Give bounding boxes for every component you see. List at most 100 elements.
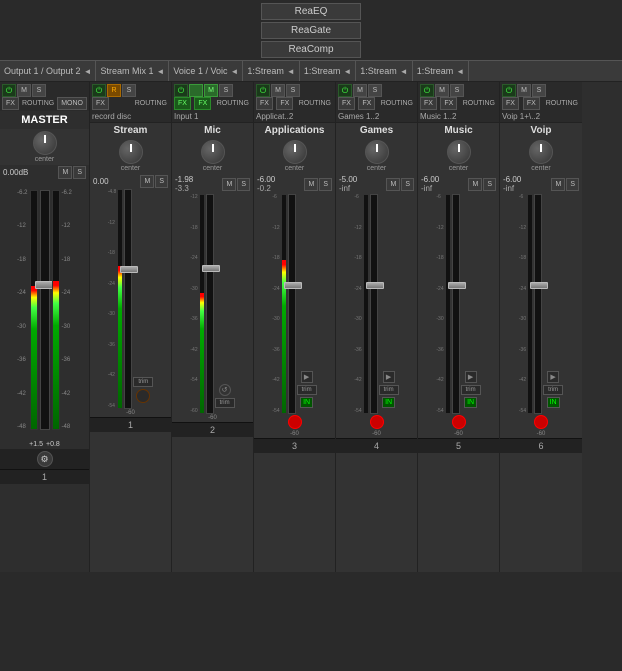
music-trim-btn[interactable]: trim <box>461 385 481 395</box>
voip-power-btn[interactable]: ⏻ <box>502 84 516 97</box>
stream-s2-btn[interactable]: S <box>155 175 168 188</box>
voip-fader-handle[interactable] <box>530 282 548 289</box>
mic-s-btn[interactable]: S <box>219 84 233 97</box>
mic-circle-icon[interactable]: ↺ <box>219 384 231 396</box>
music-knob[interactable] <box>447 140 471 164</box>
games-fx2-btn[interactable]: FX <box>358 97 375 110</box>
stream-circle-btn[interactable] <box>136 389 150 403</box>
routing-voice[interactable]: Voice 1 / Voic ◄ <box>169 61 243 81</box>
stream-fader-track[interactable] <box>124 189 132 409</box>
stream-m-btn[interactable]: M <box>140 175 154 188</box>
voip-s-btn[interactable]: S <box>532 84 546 97</box>
games-in-btn[interactable]: IN <box>382 397 395 408</box>
games-fader-track[interactable] <box>370 194 378 414</box>
mic-s-fader-btn[interactable]: S <box>237 178 250 191</box>
stream-power-btn[interactable]: ⏻ <box>92 84 106 97</box>
voip-fx2-btn[interactable]: FX <box>523 97 540 110</box>
games-knob[interactable] <box>365 140 389 164</box>
master-fx-btn[interactable]: FX <box>2 97 19 110</box>
apps-knob[interactable] <box>283 140 307 164</box>
music-fader-track[interactable] <box>452 194 460 414</box>
routing-stream-3[interactable]: 1:Stream ◄ <box>356 61 412 81</box>
voip-fx-btn[interactable]: FX <box>502 97 519 110</box>
apps-trim-btn[interactable]: trim <box>297 385 317 395</box>
apps-fader-handle[interactable] <box>284 282 302 289</box>
apps-power-btn[interactable]: ⏻ <box>256 84 270 97</box>
apps-m-fader-btn[interactable]: M <box>304 178 318 191</box>
routing-stream-mix[interactable]: Stream Mix 1 ◄ <box>96 61 169 81</box>
voip-m-fader-btn[interactable]: M <box>551 178 565 191</box>
master-power-btn[interactable]: ⏻ <box>2 84 16 97</box>
reacomp-item[interactable]: ReaComp <box>261 41 361 58</box>
music-circle-btn[interactable] <box>452 415 466 429</box>
voip-circle-btn[interactable] <box>534 415 548 429</box>
music-play-icon[interactable]: ▶ <box>465 371 477 383</box>
apps-circle-btn[interactable] <box>288 415 302 429</box>
routing-stream-2[interactable]: 1:Stream ◄ <box>300 61 356 81</box>
music-s-btn[interactable]: S <box>450 84 464 97</box>
stream-fader-handle[interactable] <box>120 266 138 273</box>
voip-s-fader-btn[interactable]: S <box>566 178 579 191</box>
mic-m-fader-btn[interactable]: M <box>222 178 236 191</box>
voip-knob[interactable] <box>529 140 553 164</box>
reaeq-item[interactable]: ReaEQ <box>261 3 361 20</box>
mic-m-btn[interactable]: M <box>204 84 218 97</box>
apps-fx2-btn[interactable]: FX <box>276 97 293 110</box>
reagate-item[interactable]: ReaGate <box>261 22 361 39</box>
routing-stream-4[interactable]: 1:Stream ◄ <box>413 61 469 81</box>
stream-knob[interactable] <box>119 140 143 164</box>
routing-output[interactable]: Output 1 / Output 2 ◄ <box>0 61 96 81</box>
mic-knob[interactable] <box>201 140 225 164</box>
games-trim-btn[interactable]: trim <box>379 385 399 395</box>
master-knob[interactable] <box>33 131 57 155</box>
mic-fader-handle[interactable] <box>202 265 220 272</box>
games-m-fader-btn[interactable]: M <box>386 178 400 191</box>
mic-fx-btn[interactable]: FX <box>174 97 191 110</box>
master-gear-icon[interactable]: ⚙ <box>37 451 53 467</box>
routing-stream-1[interactable]: 1:Stream ◄ <box>243 61 299 81</box>
apps-s-btn[interactable]: S <box>286 84 300 97</box>
master-fader-track[interactable] <box>40 190 50 430</box>
voip-play-icon[interactable]: ▶ <box>547 371 559 383</box>
mic-fader-track[interactable] <box>206 194 214 414</box>
games-play-icon[interactable]: ▶ <box>383 371 395 383</box>
stream-fx-btn[interactable]: FX <box>92 97 109 110</box>
voip-fader-track[interactable] <box>534 194 542 414</box>
music-fader-handle[interactable] <box>448 282 466 289</box>
music-m-btn[interactable]: M <box>435 84 449 97</box>
music-fx2-btn[interactable]: FX <box>440 97 457 110</box>
games-fx-btn[interactable]: FX <box>338 97 355 110</box>
master-s-btn[interactable]: S <box>32 84 46 97</box>
stream-s-btn[interactable]: S <box>122 84 136 97</box>
music-fx-btn[interactable]: FX <box>420 97 437 110</box>
games-s-btn[interactable]: S <box>368 84 382 97</box>
apps-s-fader-btn[interactable]: S <box>319 178 332 191</box>
mic-trim-btn[interactable]: trim <box>215 398 235 408</box>
apps-fader-track[interactable] <box>288 194 296 414</box>
apps-fx-btn[interactable]: FX <box>256 97 273 110</box>
voip-trim-btn[interactable]: trim <box>543 385 563 395</box>
mic-green-btn[interactable] <box>189 84 203 97</box>
apps-in-btn[interactable]: IN <box>300 397 313 408</box>
voip-m-btn[interactable]: M <box>517 84 531 97</box>
games-power-btn[interactable]: ⏻ <box>338 84 352 97</box>
music-in-btn[interactable]: IN <box>464 397 477 408</box>
music-power-btn[interactable]: ⏻ <box>420 84 434 97</box>
music-m-fader-btn[interactable]: M <box>468 178 482 191</box>
games-s-fader-btn[interactable]: S <box>401 178 414 191</box>
master-m-btn[interactable]: M <box>17 84 31 97</box>
stream-r-btn[interactable]: R <box>107 84 121 97</box>
games-fader-handle[interactable] <box>366 282 384 289</box>
master-m-fader-btn[interactable]: M <box>58 166 72 179</box>
stream-trim-btn[interactable]: trim <box>133 377 153 387</box>
games-m-btn[interactable]: M <box>353 84 367 97</box>
master-s-fader-btn[interactable]: S <box>73 166 86 179</box>
apps-play-icon[interactable]: ▶ <box>301 371 313 383</box>
voip-in-btn[interactable]: IN <box>547 397 560 408</box>
games-circle-btn[interactable] <box>370 415 384 429</box>
apps-m-btn[interactable]: M <box>271 84 285 97</box>
mic-power-btn[interactable]: ⏻ <box>174 84 188 97</box>
mic-fx2-btn[interactable]: FX <box>194 97 211 110</box>
master-mono-btn[interactable]: MONO <box>57 97 87 110</box>
music-s-fader-btn[interactable]: S <box>483 178 496 191</box>
